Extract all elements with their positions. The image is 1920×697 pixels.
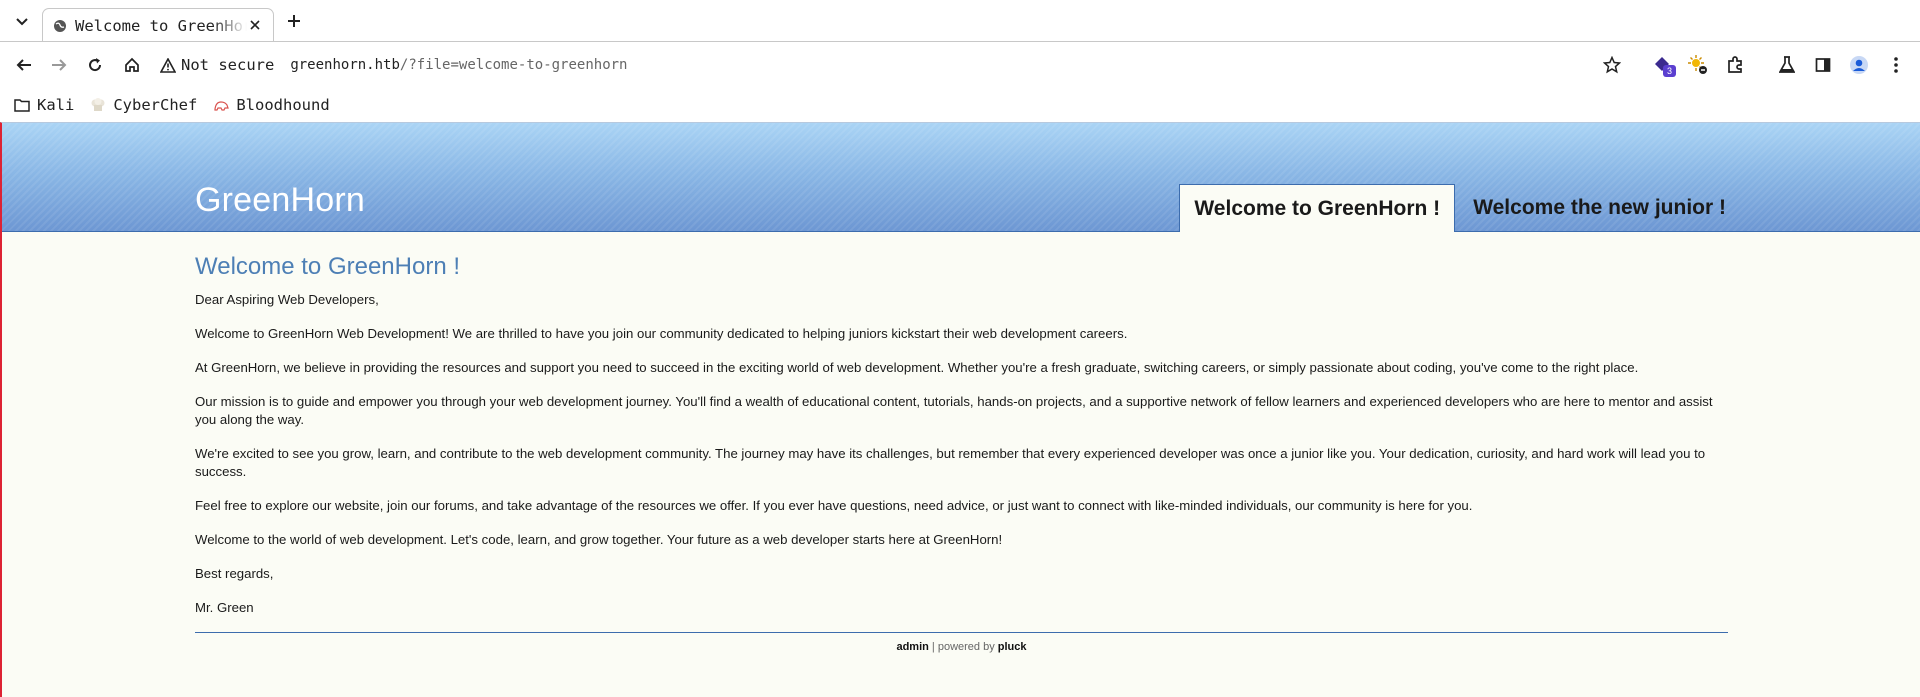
security-chip[interactable]: Not secure	[160, 56, 274, 74]
bookmark-star-icon[interactable]	[1601, 54, 1623, 76]
url-text[interactable]: greenhorn.htb/?file=welcome-to-greenhorn	[290, 57, 627, 73]
globe-icon	[53, 19, 67, 33]
bookmark-label: Bloodhound	[236, 96, 330, 114]
footer-powered-by: | powered by	[928, 641, 998, 653]
tab-strip: Welcome to GreenHorn !	[0, 0, 1920, 42]
extension-sun-icon[interactable]	[1687, 54, 1709, 76]
home-icon[interactable]	[121, 54, 143, 76]
profile-avatar-icon[interactable]	[1848, 54, 1870, 76]
paragraph: Welcome to the world of web development.…	[195, 532, 1003, 547]
bloodhound-icon	[213, 97, 230, 113]
tab-title: Welcome to GreenHorn !	[75, 16, 247, 35]
labs-flask-icon[interactable]	[1776, 54, 1798, 76]
nav-tab-welcome[interactable]: Welcome to GreenHorn !	[1179, 184, 1456, 232]
paragraph: Mr. Green	[195, 600, 254, 615]
close-tab-icon[interactable]	[247, 17, 263, 33]
main-content: Welcome to GreenHorn ! Dear Aspiring Web…	[195, 253, 1728, 633]
nav-tab-new-junior[interactable]: Welcome the new junior !	[1455, 184, 1740, 232]
not-secure-label: Not secure	[181, 56, 275, 74]
url-path: /?file=welcome-to-greenhorn	[399, 57, 628, 73]
pluck-link[interactable]: pluck	[998, 641, 1027, 653]
site-title[interactable]: GreenHorn	[195, 181, 365, 220]
paragraph: Our mission is to guide and empower you …	[195, 394, 1713, 427]
bookmark-bloodhound[interactable]: Bloodhound	[213, 96, 330, 114]
forward-arrow-icon[interactable]	[48, 54, 70, 76]
extensions-puzzle-icon[interactable]	[1724, 54, 1746, 76]
new-tab-plus-icon[interactable]	[284, 11, 304, 31]
page-viewport: GreenHorn Welcome to GreenHorn ! Welcome…	[0, 122, 1920, 697]
page-title: Welcome to GreenHorn !	[195, 253, 460, 280]
bookmark-label: Kali	[37, 96, 75, 114]
side-panel-icon[interactable]	[1812, 54, 1834, 76]
paragraph: Feel free to explore our website, join o…	[195, 498, 1473, 513]
extension-badge-count: 3	[1663, 65, 1676, 77]
bookmark-kali[interactable]: Kali	[14, 96, 74, 114]
back-arrow-icon[interactable]	[13, 54, 35, 76]
tab-search-chevron-icon[interactable]	[12, 12, 32, 32]
bookmark-label: CyberChef	[113, 96, 198, 114]
menu-kebab-icon[interactable]	[1885, 54, 1907, 76]
url-host: greenhorn.htb	[290, 57, 400, 73]
browser-tab-active[interactable]: Welcome to GreenHorn !	[42, 8, 274, 42]
extension-shield-icon[interactable]: 3	[1651, 54, 1676, 77]
bookmarks-bar: Kali CyberChef Bloodhound	[0, 88, 1920, 122]
paragraph: We're excited to see you grow, learn, an…	[195, 446, 1706, 479]
footer: admin | powered by pluck	[195, 641, 1728, 653]
paragraph: Welcome to GreenHorn Web Development! We…	[195, 326, 1128, 341]
paragraph: Best regards,	[195, 566, 274, 581]
admin-link[interactable]: admin	[896, 641, 928, 653]
folder-icon	[14, 97, 30, 113]
paragraph: Dear Aspiring Web Developers,	[195, 292, 379, 307]
browser-toolbar: Not secure greenhorn.htb/?file=welcome-t…	[0, 41, 1920, 88]
site-nav: Welcome to GreenHorn ! Welcome the new j…	[1179, 184, 1920, 232]
footer-divider	[195, 632, 1728, 633]
paragraph: At GreenHorn, we believe in providing th…	[195, 360, 1639, 375]
site-header: GreenHorn Welcome to GreenHorn ! Welcome…	[2, 123, 1920, 232]
chef-hat-icon	[90, 97, 106, 113]
address-bar[interactable]: Not secure greenhorn.htb/?file=welcome-t…	[160, 50, 627, 80]
warning-triangle-icon	[160, 57, 176, 73]
reload-icon[interactable]	[84, 54, 106, 76]
bookmark-cyberchef[interactable]: CyberChef	[90, 96, 197, 114]
